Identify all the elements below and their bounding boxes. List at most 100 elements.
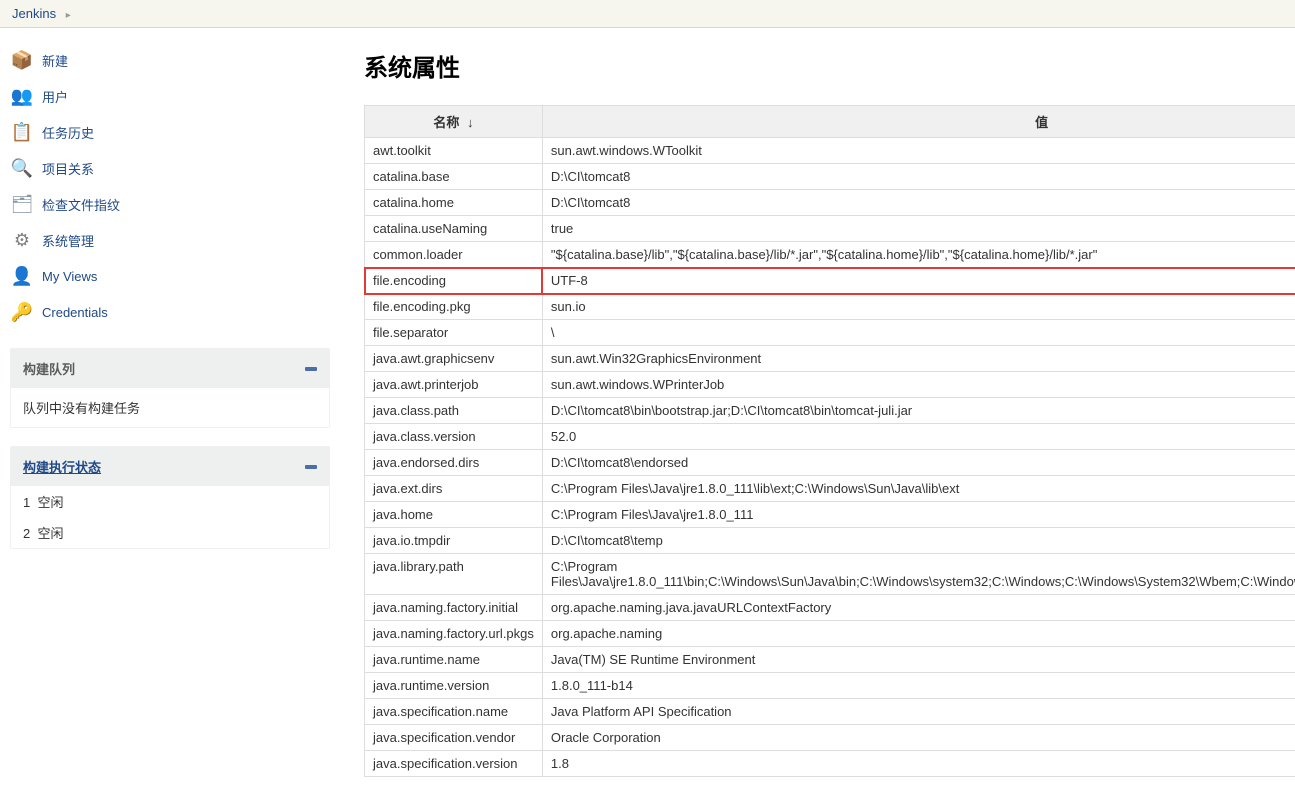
property-value: D:\CI\tomcat8: [542, 190, 1295, 216]
table-row: common.loader"${catalina.base}/lib","${c…: [365, 242, 1295, 268]
my-views-icon: 👤: [10, 264, 34, 288]
table-row: java.specification.version1.8: [365, 751, 1295, 777]
table-row: java.endorsed.dirsD:\CI\tomcat8\endorsed: [365, 450, 1295, 476]
property-name: java.naming.factory.url.pkgs: [365, 621, 543, 647]
column-header-value[interactable]: 值: [542, 106, 1295, 138]
property-value: Java(TM) SE Runtime Environment: [542, 647, 1295, 673]
sidebar-item-users[interactable]: 👥 用户: [10, 78, 330, 114]
property-name: java.io.tmpdir: [365, 528, 543, 554]
property-value: org.apache.naming.java.javaURLContextFac…: [542, 595, 1295, 621]
sidebar-task-list: 📦新建 👥 用户 📋任务历史 🔍 项目关系 🗂 检查文件指纹 ⚙ 系统管理 👤 My Views 🔑Cr…: [10, 42, 330, 330]
build-queue-empty: 队列中没有构建任务: [11, 388, 329, 427]
property-value: D:\CI\tomcat8\endorsed: [542, 450, 1295, 476]
executor-status: 空闲: [37, 495, 63, 510]
build-queue-title: 构建队列: [23, 359, 75, 378]
sidebar: 📦新建 👥 用户 📋任务历史 🔍 项目关系 🗂 检查文件指纹 ⚙ 系统管理 👤 My Views 🔑Cr…: [0, 28, 340, 797]
property-name: file.encoding: [365, 268, 543, 294]
table-row: java.naming.factory.initialorg.apache.na…: [365, 595, 1295, 621]
table-row: java.homeC:\Program Files\Java\jre1.8.0_…: [365, 502, 1295, 528]
breadcrumb-arrow-icon: ▸: [66, 10, 71, 21]
breadcrumb-root[interactable]: Jenkins: [12, 6, 56, 21]
fingerprint-icon: 🗂: [10, 192, 34, 216]
sidebar-item-manage[interactable]: ⚙ 系统管理: [10, 222, 330, 258]
property-value: C:\Program Files\Java\jre1.8.0_111: [542, 502, 1295, 528]
table-row: java.awt.printerjobsun.awt.windows.WPrin…: [365, 372, 1295, 398]
sidebar-item-label[interactable]: 任务历史: [42, 123, 94, 142]
table-row: java.io.tmpdirD:\CI\tomcat8\temp: [365, 528, 1295, 554]
property-value: D:\CI\tomcat8\bin\bootstrap.jar;D:\CI\to…: [542, 398, 1295, 424]
table-row: catalina.baseD:\CI\tomcat8: [365, 164, 1295, 190]
executors-body: 1 空闲2 空闲: [11, 486, 329, 548]
executors-title-link[interactable]: 构建执行状态: [23, 457, 101, 476]
table-row: java.awt.graphicsenvsun.awt.Win32Graphic…: [365, 346, 1295, 372]
property-value: 1.8: [542, 751, 1295, 777]
table-row: awt.toolkitsun.awt.windows.WToolkit: [365, 138, 1295, 164]
property-name: java.class.path: [365, 398, 543, 424]
property-value: Java Platform API Specification: [542, 699, 1295, 725]
table-row: java.class.version52.0: [365, 424, 1295, 450]
property-name: java.specification.version: [365, 751, 543, 777]
table-row: java.class.pathD:\CI\tomcat8\bin\bootstr…: [365, 398, 1295, 424]
property-value: Oracle Corporation: [542, 725, 1295, 751]
property-name: java.awt.printerjob: [365, 372, 543, 398]
property-value: sun.awt.Win32GraphicsEnvironment: [542, 346, 1295, 372]
property-name: java.ext.dirs: [365, 476, 543, 502]
property-value: C:\Program Files\Java\jre1.8.0_111\bin;C…: [542, 554, 1295, 595]
table-row: file.encodingUTF-8: [365, 268, 1295, 294]
sidebar-item-new[interactable]: 📦新建: [10, 42, 330, 78]
sidebar-item-history[interactable]: 📋任务历史: [10, 114, 330, 150]
property-name: awt.toolkit: [365, 138, 543, 164]
table-row: java.specification.nameJava Platform API…: [365, 699, 1295, 725]
executor-number: 1: [23, 495, 30, 510]
property-name: file.separator: [365, 320, 543, 346]
executor-row: 2 空闲: [11, 517, 329, 548]
sidebar-item-label[interactable]: My Views: [42, 269, 97, 284]
breadcrumb: Jenkins ▸: [0, 0, 1295, 28]
property-value: UTF-8: [542, 268, 1295, 294]
table-row: file.separator\: [365, 320, 1295, 346]
property-value: sun.io: [542, 294, 1295, 320]
sidebar-item-label[interactable]: 项目关系: [42, 159, 94, 178]
executor-row: 1 空闲: [11, 486, 329, 517]
sidebar-item-label[interactable]: 检查文件指纹: [42, 195, 120, 214]
sidebar-item-relationship[interactable]: 🔍 项目关系: [10, 150, 330, 186]
sort-direction-icon: ↓: [467, 115, 474, 130]
sidebar-item-label[interactable]: 新建: [42, 51, 68, 70]
sidebar-item-credentials[interactable]: 🔑Credentials: [10, 294, 330, 330]
executor-status: 空闲: [37, 526, 63, 541]
property-value: \: [542, 320, 1295, 346]
table-row: java.naming.factory.url.pkgsorg.apache.n…: [365, 621, 1295, 647]
property-name: java.library.path: [365, 554, 543, 595]
relationship-icon: 🔍: [10, 156, 34, 180]
column-header-name[interactable]: 名称 ↓: [365, 106, 543, 138]
users-icon: 👥: [10, 84, 34, 108]
property-name: java.runtime.name: [365, 647, 543, 673]
table-row: catalina.homeD:\CI\tomcat8: [365, 190, 1295, 216]
property-value: C:\Program Files\Java\jre1.8.0_111\lib\e…: [542, 476, 1295, 502]
property-value: sun.awt.windows.WToolkit: [542, 138, 1295, 164]
property-value: D:\CI\tomcat8: [542, 164, 1295, 190]
sidebar-item-label[interactable]: 系统管理: [42, 231, 94, 250]
property-name: java.home: [365, 502, 543, 528]
executors-header: 构建执行状态: [11, 447, 329, 486]
property-value: D:\CI\tomcat8\temp: [542, 528, 1295, 554]
property-name: catalina.home: [365, 190, 543, 216]
sidebar-item-my-views[interactable]: 👤 My Views: [10, 258, 330, 294]
build-queue-header: 构建队列: [11, 349, 329, 388]
property-name: java.runtime.version: [365, 673, 543, 699]
build-queue-pane: 构建队列 队列中没有构建任务: [10, 348, 330, 428]
property-name: java.specification.name: [365, 699, 543, 725]
manage-icon: ⚙: [10, 228, 34, 252]
table-row: java.ext.dirsC:\Program Files\Java\jre1.…: [365, 476, 1295, 502]
collapse-icon[interactable]: [305, 367, 317, 371]
table-row: catalina.useNamingtrue: [365, 216, 1295, 242]
sidebar-item-label[interactable]: Credentials: [42, 305, 108, 320]
property-value: 1.8.0_111-b14: [542, 673, 1295, 699]
property-name: java.specification.vendor: [365, 725, 543, 751]
table-row: java.runtime.nameJava(TM) SE Runtime Env…: [365, 647, 1295, 673]
property-name: catalina.base: [365, 164, 543, 190]
sidebar-item-fingerprint[interactable]: 🗂 检查文件指纹: [10, 186, 330, 222]
sidebar-item-label[interactable]: 用户: [42, 87, 68, 106]
collapse-icon[interactable]: [305, 465, 317, 469]
executors-pane: 构建执行状态 1 空闲2 空闲: [10, 446, 330, 549]
